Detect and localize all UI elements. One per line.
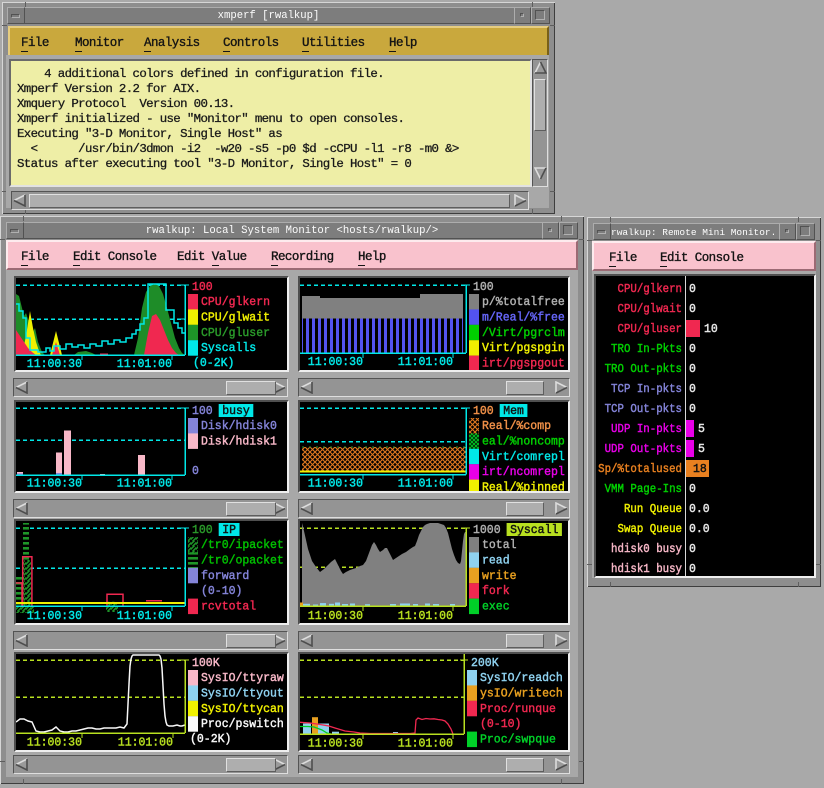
svg-text:TRO In-Pkts: TRO In-Pkts	[611, 342, 682, 356]
svg-text:11:01:00: 11:01:00	[117, 477, 172, 491]
svg-text:total: total	[482, 538, 517, 552]
svg-text:Sp/%totalused: Sp/%totalused	[598, 462, 682, 476]
svg-text:11:00:30: 11:00:30	[27, 357, 82, 370]
svg-text:11:01:00: 11:01:00	[117, 357, 172, 370]
svg-text:Mem: Mem	[503, 404, 524, 418]
svg-text:eal/%noncomp: eal/%noncomp	[482, 434, 565, 448]
svg-text:CPU/gluser: CPU/gluser	[201, 326, 270, 340]
svg-text:hdisk0 busy: hdisk0 busy	[611, 542, 682, 556]
svg-text:VMM Page-Ins: VMM Page-Ins	[605, 482, 682, 496]
svg-text:0: 0	[689, 482, 696, 496]
svg-text:write: write	[482, 569, 517, 583]
svg-text:hdisk1 busy: hdisk1 busy	[611, 562, 682, 576]
svg-text:0: 0	[689, 542, 696, 556]
svg-text:1000: 1000	[473, 523, 501, 537]
svg-text:Swap Queue: Swap Queue	[618, 522, 683, 536]
svg-text:Virt/pgspgin: Virt/pgspgin	[482, 341, 565, 355]
svg-text:Real/%comp: Real/%comp	[482, 419, 551, 433]
svg-text:SysIO/ttyraw: SysIO/ttyraw	[201, 671, 284, 685]
svg-text:5: 5	[698, 422, 705, 436]
svg-text:0: 0	[689, 402, 696, 416]
svg-text:200K: 200K	[471, 656, 499, 670]
svg-text:read: read	[482, 553, 510, 567]
svg-text:Syscall: Syscall	[510, 523, 558, 537]
svg-text:100: 100	[473, 404, 494, 418]
svg-text:/Virt/pgrclm: /Virt/pgrclm	[482, 326, 565, 340]
svg-text:(0-2K): (0-2K)	[190, 732, 231, 746]
svg-text:ysIO/writech: ysIO/writech	[480, 686, 563, 700]
svg-text:11:01:00: 11:01:00	[118, 736, 173, 750]
svg-text:Disk/hdisk1: Disk/hdisk1	[201, 434, 277, 448]
svg-text:CPU/glkern: CPU/glkern	[618, 282, 683, 296]
svg-text:UDP Out-pkts: UDP Out-pkts	[605, 442, 682, 456]
svg-text:5: 5	[698, 442, 705, 456]
svg-text:CPU/glkern: CPU/glkern	[201, 295, 270, 309]
svg-text:11:00:30: 11:00:30	[27, 477, 82, 491]
svg-text:TCP Out-pkts: TCP Out-pkts	[605, 402, 682, 416]
svg-text:/tr0/ipacket: /tr0/ipacket	[201, 538, 284, 552]
svg-text:11:00:30: 11:00:30	[308, 737, 363, 751]
svg-text:p/%totalfree: p/%totalfree	[482, 295, 565, 309]
svg-text:100K: 100K	[192, 656, 220, 670]
svg-text:rcvtotal: rcvtotal	[201, 600, 256, 614]
svg-text:100: 100	[473, 280, 494, 294]
svg-text:0.0: 0.0	[689, 522, 710, 536]
svg-text:forward: forward	[201, 569, 249, 583]
svg-text:m/Real/%free: m/Real/%free	[482, 310, 565, 324]
svg-text:(0-10): (0-10)	[480, 717, 521, 731]
svg-text:TRO Out-pkts: TRO Out-pkts	[605, 362, 682, 376]
svg-text:exec: exec	[482, 600, 510, 614]
svg-text:11:00:30: 11:00:30	[308, 355, 363, 369]
svg-text:11:01:00: 11:01:00	[398, 737, 453, 751]
svg-text:11:01:00: 11:01:00	[398, 477, 453, 491]
svg-text:SysIO/readch: SysIO/readch	[480, 671, 563, 685]
svg-text:100: 100	[192, 280, 213, 294]
svg-text:Disk/hdisk0: Disk/hdisk0	[201, 419, 277, 433]
svg-text:Syscalls: Syscalls	[201, 341, 256, 355]
svg-text:irt/ncomrepl: irt/ncomrepl	[482, 465, 565, 479]
svg-text:Proc/runque: Proc/runque	[480, 702, 556, 716]
svg-text:18: 18	[693, 462, 707, 476]
svg-text:CPU/glwait: CPU/glwait	[618, 302, 683, 316]
svg-text:0: 0	[689, 562, 696, 576]
svg-text:11:00:30: 11:00:30	[27, 736, 82, 750]
svg-text:11:01:00: 11:01:00	[398, 355, 453, 369]
svg-text:SysIO/ttyout: SysIO/ttyout	[201, 686, 284, 700]
svg-text:Proc/pswitch: Proc/pswitch	[201, 717, 284, 731]
svg-text:11:01:00: 11:01:00	[398, 609, 453, 623]
svg-text:Proc/swpque: Proc/swpque	[480, 733, 556, 747]
svg-text:0: 0	[689, 342, 696, 356]
svg-text:11:00:30: 11:00:30	[308, 477, 363, 491]
svg-text:100: 100	[192, 404, 213, 418]
svg-text:/tr0/opacket: /tr0/opacket	[201, 553, 284, 567]
svg-text:0: 0	[689, 382, 696, 396]
svg-text:UDP In-pkts: UDP In-pkts	[611, 422, 682, 436]
svg-text:SysIO/ttycan: SysIO/ttycan	[201, 702, 284, 716]
svg-text:CPU/glwait: CPU/glwait	[201, 310, 270, 324]
svg-text:11:00:30: 11:00:30	[27, 609, 82, 623]
svg-text:Run Queue: Run Queue	[624, 502, 682, 516]
svg-text:0: 0	[689, 362, 696, 376]
svg-text:irt/pgspgout: irt/pgspgout	[482, 357, 565, 370]
svg-text:Real/%pinned: Real/%pinned	[482, 481, 565, 491]
svg-text:(0-2K): (0-2K)	[193, 356, 234, 370]
svg-text:100: 100	[192, 523, 213, 537]
svg-text:IP: IP	[222, 523, 236, 537]
svg-text:10: 10	[704, 322, 718, 336]
svg-text:0.0: 0.0	[689, 502, 710, 516]
svg-text:TCP In-pkts: TCP In-pkts	[611, 382, 682, 396]
svg-text:busy: busy	[222, 404, 250, 418]
svg-text:0: 0	[689, 282, 696, 296]
svg-text:CPU/gluser: CPU/gluser	[618, 322, 683, 336]
svg-text:fork: fork	[482, 584, 510, 598]
svg-text:0: 0	[192, 464, 199, 478]
svg-text:Virt/comrepl: Virt/comrepl	[482, 450, 565, 464]
svg-text:(0-10): (0-10)	[201, 584, 242, 598]
svg-text:11:01:00: 11:01:00	[117, 609, 172, 623]
svg-text:0: 0	[689, 302, 696, 316]
svg-text:11:00:30: 11:00:30	[308, 609, 363, 623]
